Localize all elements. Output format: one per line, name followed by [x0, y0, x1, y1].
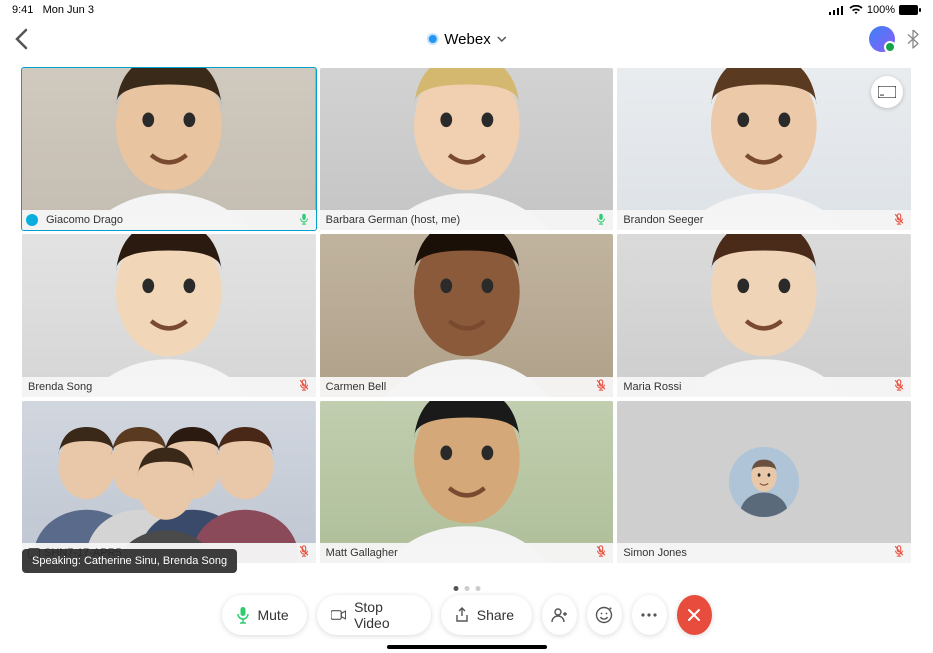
status-bar: 9:41 Mon Jun 3 100%: [0, 0, 933, 20]
page-dot[interactable]: [453, 586, 458, 591]
participant-tile[interactable]: Simon Jones: [617, 401, 911, 563]
page-dot[interactable]: [475, 586, 480, 591]
participant-tile[interactable]: Giacomo Drago: [22, 68, 316, 230]
participant-name-bar: Barbara German (host, me): [320, 210, 614, 230]
participant-name: Barbara German (host, me): [326, 214, 592, 226]
mic-muted-icon: [893, 213, 905, 228]
end-call-button[interactable]: [677, 595, 712, 635]
mute-button[interactable]: Mute: [221, 595, 306, 635]
participant-name: Giacomo Drago: [46, 214, 294, 226]
mic-muted-icon: [893, 545, 905, 560]
participant-tile[interactable]: Matt Gallagher: [320, 401, 614, 563]
share-button[interactable]: Share: [441, 595, 532, 635]
participant-name: Matt Gallagher: [326, 547, 592, 559]
status-left: 9:41 Mon Jun 3: [12, 4, 94, 16]
meeting-title: Webex: [444, 31, 490, 48]
mic-muted-icon: [595, 545, 607, 560]
participant-tile[interactable]: Brenda Song: [22, 234, 316, 396]
smiley-icon: [595, 606, 613, 624]
participant-name: Brenda Song: [28, 381, 294, 393]
participants-icon: [551, 607, 569, 623]
share-label: Share: [477, 607, 514, 623]
participant-tile[interactable]: Carmen Bell: [320, 234, 614, 396]
participant-tile[interactable]: Maria Rossi: [617, 234, 911, 396]
avatar: [729, 447, 799, 517]
participant-name: Simon Jones: [623, 547, 889, 559]
participant-tile[interactable]: Brandon Seeger: [617, 68, 911, 230]
chevron-down-icon: [497, 36, 507, 42]
more-options-button[interactable]: [632, 595, 667, 635]
participant-name-bar: Matt Gallagher: [320, 543, 614, 563]
page-dot[interactable]: [464, 586, 469, 591]
mic-on-icon: [298, 213, 310, 228]
participant-name: Brandon Seeger: [623, 214, 889, 226]
mute-label: Mute: [257, 607, 288, 623]
speaking-toast: Speaking: Catherine Sinu, Brenda Song: [22, 549, 237, 573]
mic-muted-icon: [595, 379, 607, 394]
layout-icon: [878, 86, 896, 98]
mic-muted-icon: [298, 545, 310, 560]
battery-icon: [899, 5, 921, 15]
layout-button[interactable]: [871, 76, 903, 108]
battery-text: 100%: [867, 4, 895, 16]
participant-name-bar: Carmen Bell: [320, 377, 614, 397]
mic-muted-icon: [298, 379, 310, 394]
mic-muted-icon: [893, 379, 905, 394]
page-indicator[interactable]: [453, 586, 480, 591]
host-badge-icon: [26, 214, 38, 226]
close-icon: [687, 608, 701, 622]
video-icon: [331, 609, 346, 621]
webex-assistant-button[interactable]: [869, 26, 895, 52]
back-button[interactable]: [14, 28, 28, 50]
stop-video-button[interactable]: Stop Video: [317, 595, 431, 635]
wifi-icon: [849, 5, 863, 15]
stop-video-label: Stop Video: [354, 599, 413, 631]
home-indicator[interactable]: [387, 645, 547, 649]
share-icon: [455, 607, 469, 623]
status-date: Mon Jun 3: [43, 4, 94, 16]
reactions-button[interactable]: [587, 595, 622, 635]
status-right: 100%: [829, 4, 921, 16]
mic-on-icon: [595, 213, 607, 228]
participant-name-bar: Simon Jones: [617, 543, 911, 563]
status-time: 9:41: [12, 4, 33, 16]
microphone-icon: [235, 606, 249, 624]
meeting-toolbar: Mute Stop Video Share: [221, 595, 711, 635]
participant-tile[interactable]: SHN7-17-APR5: [22, 401, 316, 563]
participant-tile[interactable]: Barbara German (host, me): [320, 68, 614, 230]
bluetooth-icon[interactable]: [907, 29, 919, 49]
ellipsis-icon: [640, 613, 658, 617]
participants-button[interactable]: [542, 595, 577, 635]
participant-name-bar: Giacomo Drago: [22, 210, 316, 230]
participant-name-bar: Brandon Seeger: [617, 210, 911, 230]
participant-name-bar: Brenda Song: [22, 377, 316, 397]
participant-name-bar: Maria Rossi: [617, 377, 911, 397]
title-bar: Webex: [0, 20, 933, 58]
meeting-title-dropdown[interactable]: Webex: [426, 31, 506, 48]
participants-grid: Giacomo Drago Barbara German (host, me) …: [22, 68, 911, 563]
participant-name: Maria Rossi: [623, 381, 889, 393]
cellular-icon: [829, 5, 845, 15]
participant-name: Carmen Bell: [326, 381, 592, 393]
recording-indicator-icon: [426, 33, 438, 45]
